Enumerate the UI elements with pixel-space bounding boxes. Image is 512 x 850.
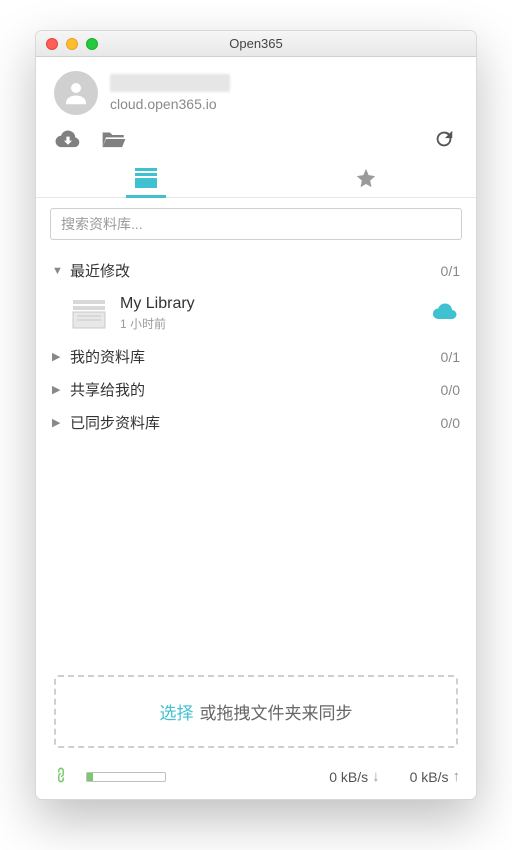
refresh-button[interactable] [430,127,458,151]
section-label: 共享给我的 [70,379,145,400]
sync-progress [86,772,166,782]
download-rate-value: 0 kB/s [329,769,368,785]
library-time: 1 小时前 [120,315,195,332]
chevron-down-icon: ▼ [52,265,66,277]
download-rate: 0 kB/s ↓ [329,768,379,785]
toolbar [36,123,476,157]
section-count: 0/1 [441,263,460,279]
search-input[interactable] [50,208,462,240]
chevron-right-icon: ▶ [52,350,66,363]
library-info: My Library 1 小时前 [120,295,195,332]
open-folder-button[interactable] [100,127,128,151]
account-name-redacted [110,74,230,92]
section-label: 我的资料库 [70,346,145,367]
section-shared[interactable]: ▶ 共享给我的 0/0 [50,373,462,406]
library-list: ▼ 最近修改 0/1 My Library 1 小时前 [36,250,476,675]
library-thumb-icon [70,298,108,330]
avatar[interactable] [54,71,98,115]
section-count: 0/0 [441,415,460,431]
dropzone[interactable]: 选择或拖拽文件夹来同步 [54,675,458,748]
titlebar: Open365 [36,31,476,57]
folder-open-icon [101,128,127,150]
cloud-icon [432,302,458,320]
arrow-down-icon: ↓ [372,768,380,785]
library-title: My Library [120,295,195,313]
chevron-right-icon: ▶ [52,383,66,396]
refresh-icon [431,128,457,150]
section-mine[interactable]: ▶ 我的资料库 0/1 [50,340,462,373]
statusbar: 0 kB/s ↓ 0 kB/s ↑ [36,758,476,799]
cloud-download-icon [55,128,81,150]
section-label: 最近修改 [70,260,130,281]
star-icon [353,167,379,189]
search-wrap [36,198,476,250]
choose-link[interactable]: 选择 [160,704,194,723]
chevron-right-icon: ▶ [52,416,66,429]
sync-status-cloud [432,302,458,325]
library-row[interactable]: My Library 1 小时前 [50,287,462,340]
section-count: 0/1 [441,349,460,365]
tab-starred[interactable] [256,161,476,197]
upload-rate-value: 0 kB/s [410,769,449,785]
person-icon [61,78,91,108]
upload-rate: 0 kB/s ↑ [410,768,460,785]
account-text: cloud.open365.io [110,74,230,112]
tab-libraries[interactable] [36,161,256,197]
section-count: 0/0 [441,382,460,398]
account-server: cloud.open365.io [110,96,230,112]
tabs [36,161,476,198]
section-synced[interactable]: ▶ 已同步资料库 0/0 [50,406,462,439]
cloud-download-button[interactable] [54,127,82,151]
link-icon [48,762,73,787]
window-title: Open365 [36,36,476,51]
section-recent[interactable]: ▼ 最近修改 0/1 [50,254,462,287]
app-window: Open365 cloud.open365.io [35,30,477,800]
library-icon [133,167,159,189]
arrow-up-icon: ↑ [453,768,461,785]
section-label: 已同步资料库 [70,412,160,433]
account-header: cloud.open365.io [36,57,476,123]
dropzone-text: 或拖拽文件夹来同步 [200,704,353,723]
connection-status [52,766,70,787]
